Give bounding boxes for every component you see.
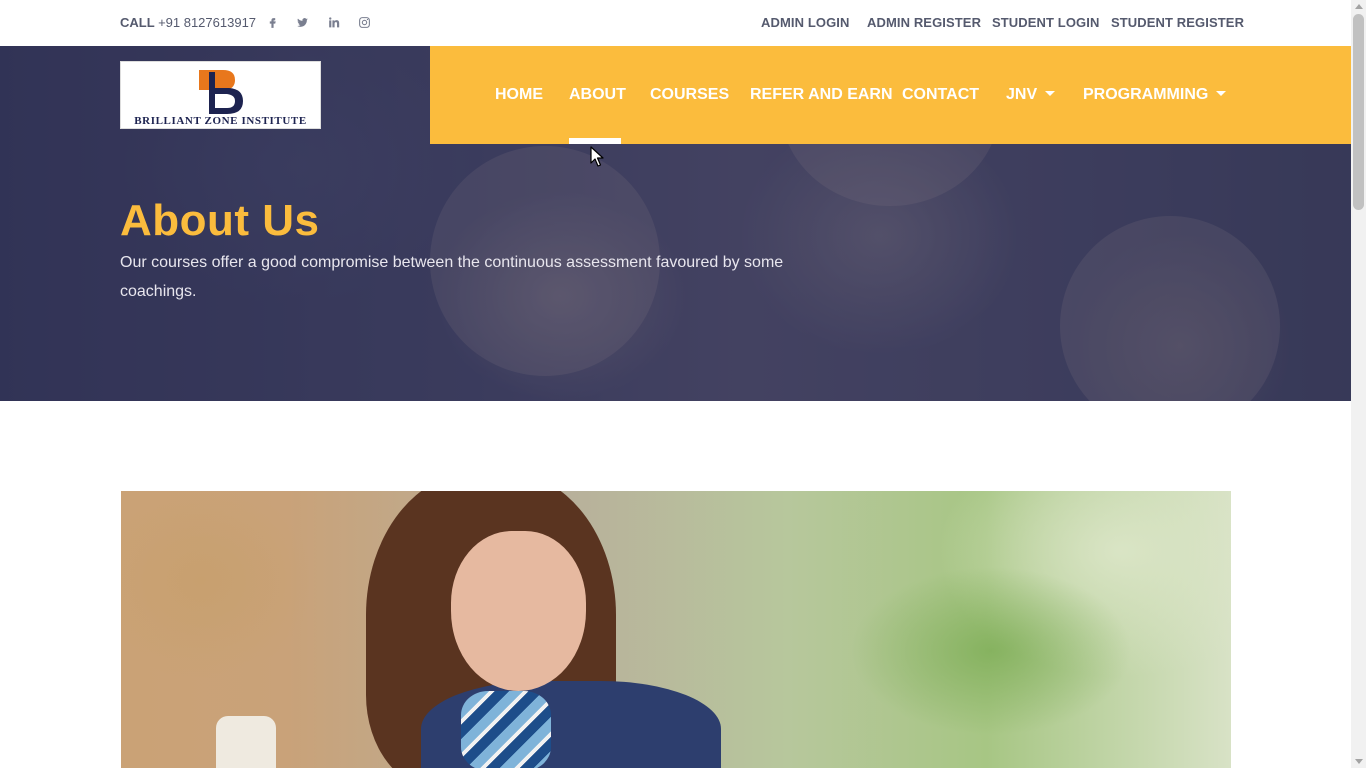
facebook-icon[interactable] <box>265 14 279 30</box>
scroll-up-icon[interactable] <box>1355 4 1363 9</box>
scrollbar-thumb[interactable] <box>1353 14 1364 210</box>
scroll-down-icon[interactable] <box>1355 759 1363 764</box>
admin-login-link[interactable]: ADMIN LOGIN <box>761 15 849 30</box>
nav-active-indicator <box>569 138 621 144</box>
photo-face <box>451 531 586 691</box>
page-title: About Us <box>120 196 320 245</box>
nav-item-jnv[interactable]: JNV <box>1006 86 1056 104</box>
caret-down-icon <box>1216 91 1227 96</box>
student-login-link[interactable]: STUDENT LOGIN <box>992 15 1099 30</box>
student-register-link[interactable]: STUDENT REGISTER <box>1111 15 1244 30</box>
about-photo <box>121 491 1231 768</box>
nav-item-home[interactable]: HOME <box>495 86 543 104</box>
hero-banner: BRILLIANT ZONE INSTITUTE HOME ABOUT COUR… <box>0 46 1351 401</box>
nav-item-programming-label: PROGRAMMING <box>1083 86 1209 103</box>
nav-item-courses[interactable]: COURSES <box>650 86 729 104</box>
call-info: CALL +91 8127613917 <box>120 15 256 30</box>
nav-item-refer-and-earn[interactable]: REFER AND EARN <box>750 86 893 104</box>
nav-item-programming[interactable]: PROGRAMMING <box>1083 86 1227 104</box>
linkedin-icon[interactable] <box>326 14 340 30</box>
main-nav: HOME ABOUT COURSES REFER AND EARN CONTAC… <box>430 46 1351 144</box>
nav-item-contact[interactable]: CONTACT <box>902 86 979 104</box>
twitter-icon[interactable] <box>295 14 309 30</box>
photo-scarf <box>461 691 551 768</box>
admin-register-link[interactable]: ADMIN REGISTER <box>867 15 981 30</box>
logo-text: BRILLIANT ZONE INSTITUTE <box>134 115 307 127</box>
phone-number[interactable]: +91 8127613917 <box>158 15 256 30</box>
call-label: CALL <box>120 15 155 30</box>
instagram-icon[interactable] <box>357 14 371 30</box>
page-subtitle: Our courses offer a good compromise betw… <box>120 254 784 300</box>
site-logo[interactable]: BRILLIANT ZONE INSTITUTE <box>120 61 321 129</box>
mouse-cursor-icon <box>590 146 604 167</box>
caret-down-icon <box>1045 91 1056 96</box>
nav-item-about[interactable]: ABOUT <box>569 86 626 104</box>
photo-cup <box>216 716 276 768</box>
page-scrollbar[interactable] <box>1351 0 1366 768</box>
nav-item-jnv-label: JNV <box>1006 86 1038 103</box>
top-bar: CALL +91 8127613917 ADMIN LOGIN ADMIN RE… <box>0 0 1351 46</box>
logo-mark-icon <box>199 70 243 114</box>
